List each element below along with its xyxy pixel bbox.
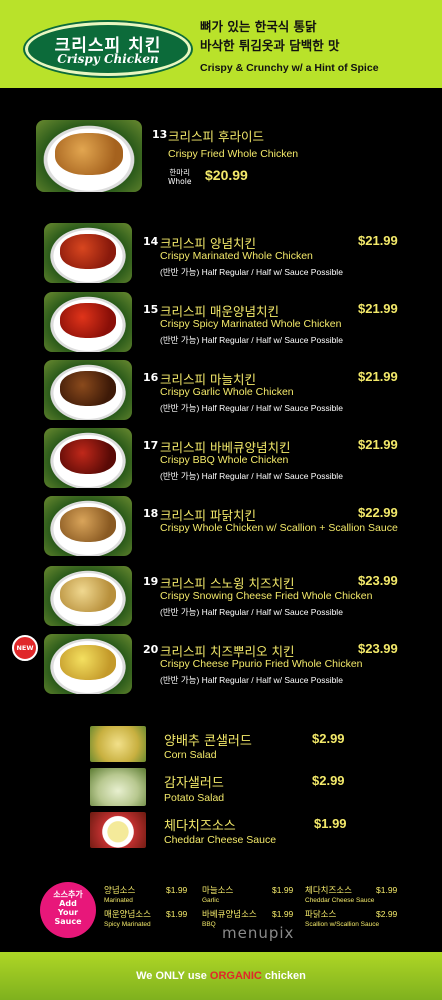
- sauce-3-name-en: Cheddar Cheese Sauce: [305, 897, 375, 904]
- item-14-price: $21.99: [358, 233, 398, 248]
- item-20-name-en: Crispy Cheese Ppurio Fried Whole Chicken: [160, 658, 363, 670]
- sauce-6-price: $2.99: [376, 909, 398, 919]
- sauce-2-price: $1.99: [272, 885, 294, 895]
- sauce-3-name-ko: 체다치즈소스: [305, 886, 352, 896]
- header-banner: 크리스피 치킨 Crispy Chicken 뼈가 있는 한국식 통닭 바삭한 …: [0, 0, 442, 88]
- side-1-name-ko: 양배추 콘샐러드: [164, 734, 252, 749]
- item-16-name-en: Crispy Garlic Whole Chicken: [160, 386, 294, 398]
- item-17-photo: [44, 428, 132, 488]
- whole-ko: 한마리: [169, 168, 191, 177]
- side-2-name-en: Potato Salad: [164, 792, 225, 804]
- item-15-photo: [44, 292, 132, 352]
- side-3-price: $1.99: [314, 816, 347, 831]
- side-potato-salad-photo: [90, 768, 146, 806]
- item-19-price: $23.99: [358, 573, 398, 588]
- sauce-2-name-ko: 마늘소스: [202, 886, 234, 896]
- item-16-price: $21.99: [358, 369, 398, 384]
- item-15-note: (반반 가능) Half Regular / Half w/ Sauce Pos…: [160, 335, 343, 345]
- item-20-number: 20: [143, 643, 159, 656]
- sauce-4-name-en: Spicy Marinated: [104, 921, 151, 928]
- side-cheddar-sauce-photo: [90, 812, 146, 848]
- new-badge: NEW: [12, 635, 38, 661]
- item-14-photo: [44, 223, 132, 283]
- sauce-1-name-ko: 양념소스: [104, 886, 136, 896]
- item-19-name-en: Crispy Snowing Cheese Fried Whole Chicke…: [160, 590, 373, 602]
- footer-organic: ORGANIC: [209, 970, 262, 982]
- item-13-name-ko: 크리스피 후라이드: [168, 129, 264, 144]
- sauce-3-price: $1.99: [376, 885, 398, 895]
- tagline-korean-2: 바삭한 튀김옷과 담백한 맛: [200, 38, 340, 53]
- item-15-price: $21.99: [358, 301, 398, 316]
- item-14-note: (반반 가능) Half Regular / Half w/ Sauce Pos…: [160, 267, 343, 277]
- item-20-price: $23.99: [358, 641, 398, 656]
- whole-en: Whole: [168, 177, 192, 186]
- badge-line-4: Sauce: [54, 917, 82, 926]
- sauce-6-name-en: Scallion w/Scallion Sauce: [305, 921, 380, 928]
- badge-line-2: Add: [59, 899, 77, 908]
- side-1-price: $2.99: [312, 731, 345, 746]
- item-17-number: 17: [143, 439, 159, 452]
- sauce-2-name-en: Garlic: [202, 897, 219, 904]
- item-15-number: 15: [143, 303, 159, 316]
- sauce-5-name-en: BBQ: [202, 921, 216, 928]
- item-13-number: 13: [152, 128, 168, 141]
- item-18-number: 18: [143, 507, 159, 520]
- sauce-5-price: $1.99: [272, 909, 294, 919]
- item-17-price: $21.99: [358, 437, 398, 452]
- badge-line-3: Your: [57, 908, 79, 917]
- item-13-price: $20.99: [205, 167, 248, 183]
- add-sauce-badge: 소스추가 Add Your Sauce: [40, 882, 96, 938]
- sauce-5-name-ko: 바베큐양념소스: [202, 910, 257, 920]
- item-18-photo: [44, 496, 132, 556]
- sauce-4-price: $1.99: [166, 909, 188, 919]
- side-3-name-ko: 체다치즈소스: [164, 819, 236, 834]
- item-14-number: 14: [143, 235, 159, 248]
- footer-pre: We ONLY use: [136, 970, 210, 982]
- item-17-name-en: Crispy BBQ Whole Chicken: [160, 454, 289, 466]
- item-20-note: (반반 가능) Half Regular / Half w/ Sauce Pos…: [160, 675, 343, 685]
- sauce-6-name-ko: 파닭소스: [305, 910, 337, 920]
- item-16-photo: [44, 360, 132, 420]
- item-15-name-en: Crispy Spicy Marinated Whole Chicken: [160, 318, 342, 330]
- sauce-1-price: $1.99: [166, 885, 188, 895]
- side-1-name-en: Corn Salad: [164, 749, 217, 761]
- badge-line-1: 소스추가: [53, 890, 83, 899]
- item-13-name-en: Crispy Fried Whole Chicken: [168, 148, 299, 160]
- sauce-1-name-en: Marinated: [104, 897, 133, 904]
- item-20-photo: [44, 634, 132, 694]
- footer-banner: We ONLY use ORGANIC chicken: [0, 952, 442, 1000]
- tagline-english: Crispy & Crunchy w/ a Hint of Spice: [200, 62, 379, 74]
- side-corn-salad-photo: [90, 726, 146, 762]
- item-19-note: (반반 가능) Half Regular / Half w/ Sauce Pos…: [160, 607, 343, 617]
- item-16-note: (반반 가능) Half Regular / Half w/ Sauce Pos…: [160, 403, 343, 413]
- item-17-note: (반반 가능) Half Regular / Half w/ Sauce Pos…: [160, 471, 343, 481]
- menupix-watermark: menupix: [222, 924, 295, 942]
- item-13-whole-label: 한마리 Whole: [168, 168, 191, 186]
- item-18-price: $22.99: [358, 505, 398, 520]
- item-18-name-en: Crispy Whole Chicken w/ Scallion + Scall…: [160, 522, 398, 534]
- sauce-4-name-ko: 매운양념소스: [104, 910, 151, 920]
- side-2-name-ko: 감자샐러드: [164, 776, 224, 791]
- brand-logo: 크리스피 치킨 Crispy Chicken: [25, 22, 191, 76]
- item-14-name-en: Crispy Marinated Whole Chicken: [160, 250, 313, 262]
- item-13-photo: [36, 120, 142, 192]
- tagline-korean-1: 뼈가 있는 한국식 통닭: [200, 19, 317, 34]
- item-19-photo: [44, 566, 132, 626]
- footer-post: chicken: [261, 970, 306, 982]
- side-2-price: $2.99: [312, 773, 345, 788]
- logo-english: Crispy Chicken: [57, 52, 159, 66]
- side-3-name-en: Cheddar Cheese Sauce: [164, 834, 277, 846]
- item-19-number: 19: [143, 575, 159, 588]
- item-16-number: 16: [143, 371, 159, 384]
- footer-text: We ONLY use ORGANIC chicken: [0, 970, 442, 982]
